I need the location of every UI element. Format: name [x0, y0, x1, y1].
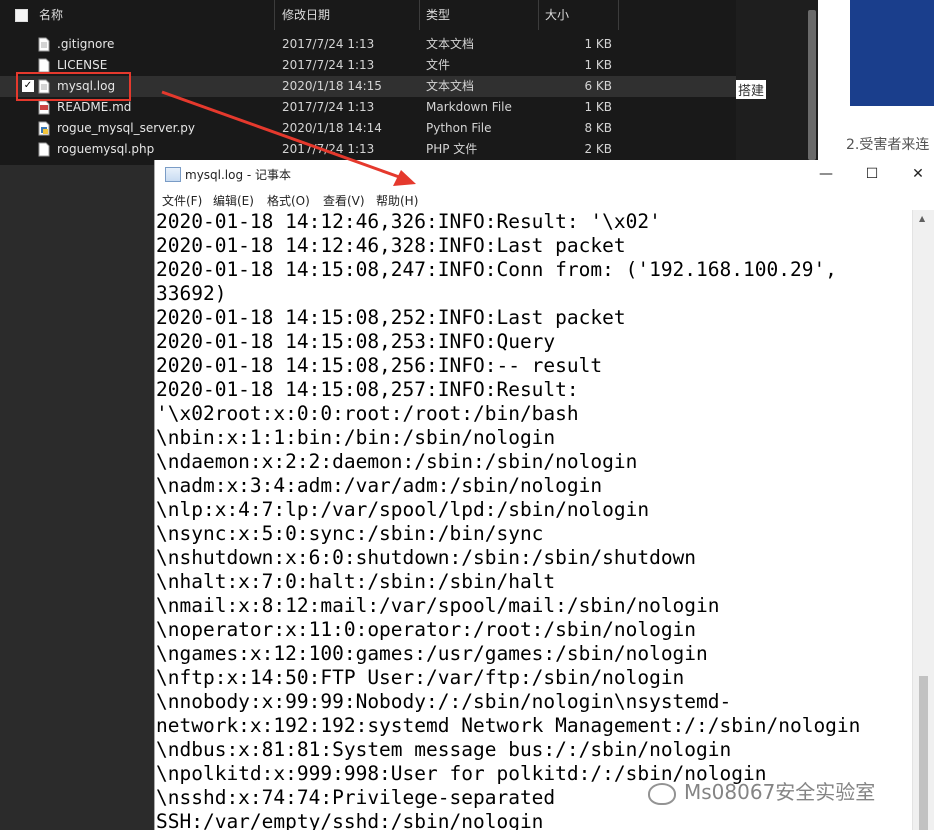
file-size: 1 KB	[584, 58, 612, 72]
background-text-fragment: 搭建	[736, 80, 767, 99]
log-line: 2020-01-18 14:15:08,257:INFO:Result:	[156, 378, 579, 401]
notepad-icon	[165, 167, 181, 182]
file-date: 2017/7/24 1:13	[282, 100, 375, 114]
select-all-checkbox[interactable]	[15, 9, 28, 22]
file-name: .gitignore	[57, 37, 115, 51]
menu-file[interactable]: 文件(F)	[162, 192, 202, 209]
watermark: Ms08067安全实验室	[648, 776, 875, 805]
log-line: 2020-01-18 14:12:46,326:INFO:Result: '\x…	[156, 210, 661, 233]
file-type: 文本文档	[426, 37, 475, 51]
file-type: 文本文档	[426, 79, 475, 93]
menu-view[interactable]: 查看(V)	[323, 192, 365, 209]
title-bar: mysql.log - 记事本 — ☐ ✕	[155, 160, 934, 188]
python-file-icon	[38, 121, 50, 136]
log-line: \nhalt:x:7:0:halt:/sbin:/sbin/halt	[156, 570, 556, 593]
log-line: SSH:/var/empty/sshd:/sbin/nologin	[156, 810, 544, 830]
log-line: \nbin:x:1:1:bin:/bin:/sbin/nologin	[156, 426, 556, 449]
menu-help[interactable]: 帮助(H)	[376, 192, 418, 209]
file-date: 2020/1/18 14:15	[282, 79, 382, 93]
column-type[interactable]: 类型	[426, 0, 450, 30]
file-date: 2017/7/24 1:13	[282, 142, 375, 156]
log-line: \nnobody:x:99:99:Nobody:/:/sbin/nologin\…	[156, 690, 732, 713]
log-line: \nadm:x:3:4:adm:/var/adm:/sbin/nologin	[156, 474, 603, 497]
column-name[interactable]: 名称	[39, 0, 63, 30]
log-line: \nlp:x:4:7:lp:/var/spool/lpd:/sbin/nolog…	[156, 498, 650, 521]
file-name: roguemysql.php	[57, 142, 155, 156]
log-line: \ndbus:x:81:81:System message bus:/:/sbi…	[156, 738, 732, 761]
close-button[interactable]: ✕	[895, 162, 934, 186]
file-name: rogue_mysql_server.py	[57, 121, 196, 135]
text-file-icon	[38, 37, 50, 52]
column-header: ^ 名称 修改日期 类型 大小	[0, 0, 736, 30]
file-date: 2017/7/24 1:13	[282, 58, 375, 72]
file-type: PHP 文件	[426, 142, 478, 156]
menu-format[interactable]: 格式(O)	[267, 192, 310, 209]
log-line: 2020-01-18 14:15:08,253:INFO:Query	[156, 330, 556, 353]
highlight-box	[16, 72, 131, 101]
scroll-up-icon[interactable]: ▲	[919, 214, 925, 223]
file-type: Markdown File	[426, 100, 512, 114]
file-row[interactable]: rogue_mysql_server.py 2020/1/18 14:14 Pyth…	[0, 118, 736, 139]
log-line: 2020-01-18 14:15:08,252:INFO:Last packet	[156, 306, 626, 329]
file-row[interactable]: roguemysql.php 2017/7/24 1:13 PHP 文件 2 KB	[0, 139, 736, 160]
minimize-button[interactable]: —	[803, 162, 849, 186]
column-date[interactable]: 修改日期	[282, 0, 330, 30]
maximize-button[interactable]: ☐	[849, 162, 895, 186]
file-type: 文件	[426, 58, 451, 72]
file-date: 2020/1/18 14:14	[282, 121, 382, 135]
log-line: network:x:192:192:systemd Network Manage…	[156, 714, 861, 737]
sort-arrow-icon: ^	[139, 0, 149, 7]
file-size: 8 KB	[584, 121, 612, 135]
log-line: 2020-01-18 14:15:08,247:INFO:Conn from: …	[156, 258, 837, 281]
log-line: 2020-01-18 14:15:08,256:INFO:-- result	[156, 354, 603, 377]
file-size: 2 KB	[584, 142, 612, 156]
column-size[interactable]: 大小	[545, 0, 569, 30]
file-icon	[38, 58, 50, 73]
wechat-icon	[648, 782, 676, 805]
menu-edit[interactable]: 编辑(E)	[213, 192, 254, 209]
php-file-icon	[38, 142, 50, 157]
log-line: 33692)	[156, 282, 227, 305]
log-line: \noperator:x:11:0:operator:/root:/sbin/n…	[156, 618, 697, 641]
file-size: 1 KB	[584, 37, 612, 51]
log-line: \ndaemon:x:2:2:daemon:/sbin:/sbin/nologi…	[156, 450, 638, 473]
notepad-window: mysql.log - 记事本 — ☐ ✕ 文件(F) 编辑(E) 格式(O) …	[154, 160, 934, 830]
file-type: Python File	[426, 121, 492, 135]
file-row[interactable]: .gitignore 2017/7/24 1:13 文本文档 1 KB	[0, 34, 736, 55]
log-line: '\x02root:x:0:0:root:/root:/bin/bash	[156, 402, 579, 425]
file-size: 6 KB	[584, 79, 612, 93]
log-line: \nmail:x:8:12:mail:/var/spool/mail:/sbin…	[156, 594, 720, 617]
file-explorer: ^ 名称 修改日期 类型 大小 .gitignore 2017/7/24 1:13…	[0, 0, 736, 165]
markdown-file-icon	[38, 100, 50, 115]
file-size: 1 KB	[584, 100, 612, 114]
log-line: \nsync:x:5:0:sync:/sbin:/bin/sync	[156, 522, 544, 545]
file-date: 2017/7/24 1:13	[282, 37, 375, 51]
vertical-scrollbar[interactable]: ▲	[912, 210, 934, 830]
log-line: \nshutdown:x:6:0:shutdown:/sbin:/sbin/sh…	[156, 546, 697, 569]
blue-block	[850, 0, 934, 106]
menu-bar: 文件(F) 编辑(E) 格式(O) 查看(V) 帮助(H)	[155, 188, 934, 210]
log-line: \ngames:x:12:100:games:/usr/games:/sbin/…	[156, 642, 708, 665]
text-editor[interactable]: 2020-01-18 14:12:46,326:INFO:Result: '\x…	[155, 210, 912, 830]
window-title: mysql.log - 记事本	[185, 168, 292, 182]
log-line: \nftp:x:14:50:FTP User:/var/ftp:/sbin/no…	[156, 666, 685, 689]
explorer-scrollbar[interactable]	[808, 10, 816, 160]
background-text: 2.受害者来连	[846, 137, 930, 153]
log-line: 2020-01-18 14:12:46,328:INFO:Last packet	[156, 234, 626, 257]
scrollbar-thumb[interactable]	[919, 676, 928, 830]
